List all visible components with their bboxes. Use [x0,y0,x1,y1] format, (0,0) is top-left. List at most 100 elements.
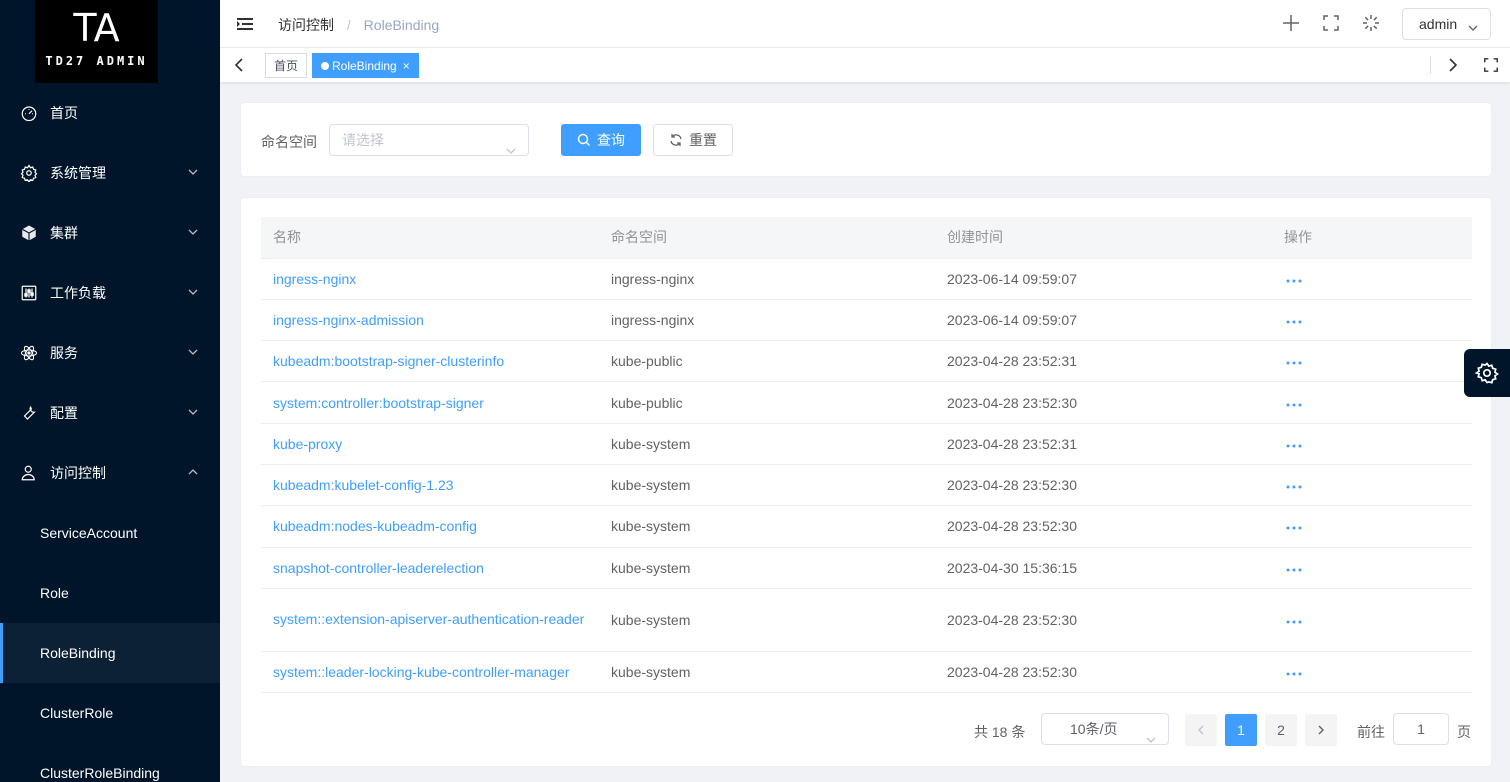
cell-name[interactable]: kubeadm:bootstrap-signer-clusterinfo [261,340,599,383]
more-icon[interactable] [1285,402,1303,408]
next-page-button[interactable] [1305,714,1337,746]
cell-name[interactable]: kubeadm:nodes-kubeadm-config [261,505,599,548]
namespace-select[interactable]: 请选择 [329,124,529,156]
cell-name[interactable]: ingress-nginx [261,258,599,300]
more-icon[interactable] [1285,567,1303,573]
cell-name[interactable]: kube-proxy [261,423,599,465]
sidebar-item-service[interactable]: 服务 [0,323,220,383]
page-button-1[interactable]: 1 [1225,714,1257,746]
plus-icon[interactable] [1281,13,1301,33]
more-icon[interactable] [1285,525,1303,531]
user-dropdown[interactable]: admin [1402,8,1491,40]
more-icon[interactable] [1285,278,1303,284]
page-button-2[interactable]: 2 [1265,714,1297,746]
app-root: TA TD27 ADMIN 首页 系统管理 集群 工作负载 服务 配置 访问控制… [0,0,1510,782]
cell-name[interactable]: snapshot-controller-leaderelection [261,547,599,589]
more-icon[interactable] [1285,671,1303,677]
sidebar-item-label: 访问控制 [50,465,106,481]
chevron-down-icon [188,287,198,297]
table-row: system::extension-apiserver-authenticati… [261,588,1472,652]
cell-created: 2023-06-14 09:59:07 [935,299,1272,342]
sidebar-item-label: 工作负载 [50,285,106,301]
page-size-value: 10条/页 [1070,721,1118,737]
chevron-right-icon [1318,725,1324,735]
cell-namespace: kube-public [599,340,935,383]
tag-home[interactable]: 首页 [265,53,308,78]
cell-name[interactable]: kubeadm:kubelet-config-1.23 [261,464,599,507]
cell-created: 2023-04-28 23:52:31 [935,340,1272,383]
chevron-down-icon [188,227,198,237]
user-icon [20,464,38,482]
breadcrumb-separator: / [346,17,351,33]
table-row: ingress-nginx-admission ingress-nginx 2023… [261,299,1472,342]
cell-namespace: ingress-nginx [599,299,935,342]
cell-name[interactable]: ingress-nginx-admission [261,299,599,342]
reset-button-label: 重置 [689,132,717,148]
sidebar-subitem-rolebinding[interactable]: RoleBinding [0,623,220,683]
cell-name[interactable]: system::leader-locking-kube-controller-m… [261,651,599,694]
chevron-down-icon [188,407,198,417]
sidebar-subitem-label: ClusterRoleBinding [40,765,160,781]
cell-created: 2023-06-14 09:59:07 [935,258,1272,300]
chevron-up-icon [188,467,198,477]
cell-name[interactable]: system::extension-apiserver-authenticati… [261,588,599,652]
sidebar-item-workload[interactable]: 工作负载 [0,263,220,323]
goto-page-input[interactable]: 1 [1393,713,1449,745]
prev-page-button[interactable] [1185,714,1217,746]
search-icon [577,133,590,146]
sidebar-item-system[interactable]: 系统管理 [0,143,220,203]
table-header-row: 名称 命名空间 创建时间 操作 [261,217,1472,259]
page-size-select[interactable]: 10条/页 [1041,713,1169,745]
breadcrumb-current: RoleBinding [363,17,440,33]
cell-created: 2023-04-28 23:52:31 [935,423,1272,465]
gear-icon [1475,362,1499,384]
chevron-down-icon [188,347,198,357]
breadcrumb-parent[interactable]: 访问控制 [278,17,334,33]
sidebar-item-label: 配置 [50,405,78,421]
goto-label: 前往 [1357,724,1385,740]
goto-unit: 页 [1457,724,1471,740]
refresh-icon [670,134,682,146]
chevron-left-icon[interactable] [232,56,248,74]
cell-actions [1272,381,1472,424]
sidebar-item-config[interactable]: 配置 [0,383,220,443]
active-dot-icon [321,61,329,70]
sidebar-item-home[interactable]: 首页 [0,83,220,143]
query-button[interactable]: 查询 [561,124,641,156]
sidebar-subitem-clusterrolebinding[interactable]: ClusterRoleBinding [0,743,220,782]
fullscreen-icon[interactable] [1321,13,1341,33]
cell-actions [1272,340,1472,383]
more-icon[interactable] [1285,619,1303,625]
logo-mark: TA [73,6,120,50]
sidebar-subitem-role[interactable]: Role [0,563,220,623]
cell-actions [1272,423,1472,465]
cell-namespace: kube-system [599,588,935,652]
tag-rolebinding[interactable]: RoleBinding × [312,53,419,78]
cell-created: 2023-04-28 23:52:30 [935,651,1272,694]
reset-button[interactable]: 重置 [653,124,733,156]
menu-fold-icon[interactable] [236,15,254,33]
sidebar-item-cluster[interactable]: 集群 [0,203,220,263]
table-row: snapshot-controller-leaderelection kube-s… [261,547,1472,589]
more-icon[interactable] [1285,360,1303,366]
settings-button[interactable] [1464,349,1510,397]
sidebar-subitem-serviceaccount[interactable]: ServiceAccount [0,503,220,563]
cell-created: 2023-04-28 23:52:30 [935,464,1272,507]
more-icon[interactable] [1285,319,1303,325]
cell-created: 2023-04-28 23:52:30 [935,505,1272,548]
more-icon[interactable] [1285,484,1303,490]
close-icon[interactable]: × [403,59,410,73]
table-row: ingress-nginx ingress-nginx 2023-06-14 09:… [261,258,1472,300]
logo[interactable]: TA TD27 ADMIN [35,0,158,83]
fullscreen-icon[interactable] [1483,56,1501,74]
tag-label: 首页 [274,59,299,73]
sidebar-subitem-clusterrole[interactable]: ClusterRole [0,683,220,743]
cell-name[interactable]: system:controller:bootstrap-signer [261,381,599,424]
cube-icon [20,224,38,242]
more-icon[interactable] [1285,443,1303,449]
table-row: system:controller:bootstrap-signer kube-p… [261,381,1472,424]
chevron-right-icon[interactable] [1444,56,1460,74]
refresh-icon[interactable] [1361,13,1381,33]
cell-namespace: kube-system [599,423,935,465]
sidebar-item-access-control[interactable]: 访问控制 [0,443,220,503]
